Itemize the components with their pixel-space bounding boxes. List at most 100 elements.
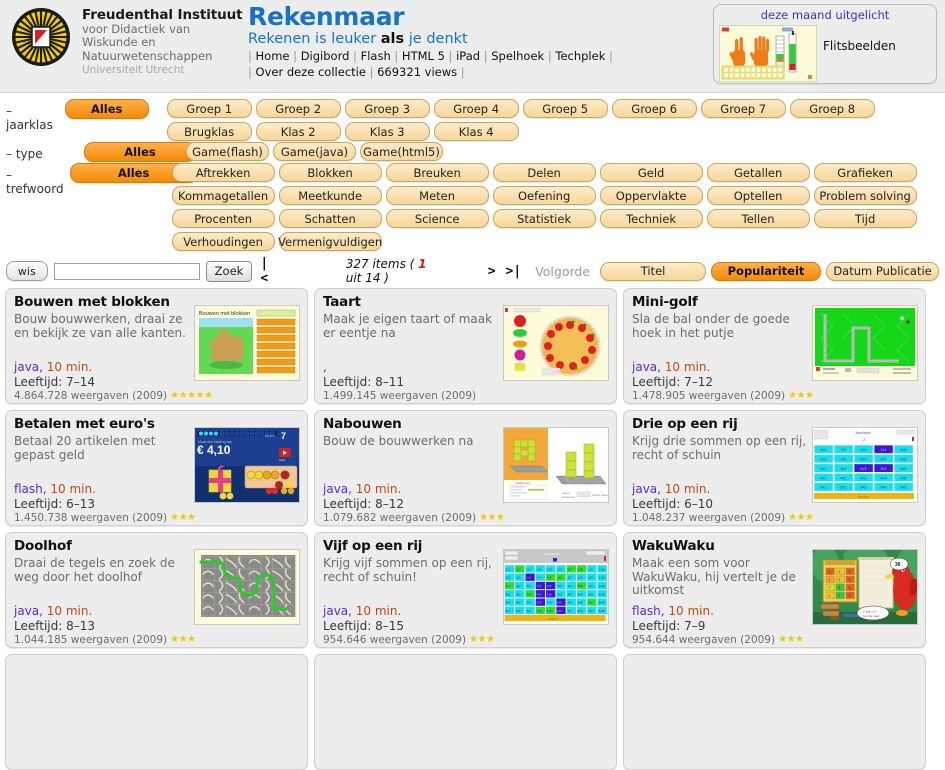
nav-link-digibord[interactable]: Digibord: [301, 49, 350, 63]
filter-button-groep-5[interactable]: Groep 5: [522, 99, 608, 118]
filter-button-game-html5-[interactable]: Game(html5): [360, 142, 443, 161]
svg-text:4×2: 4×2: [516, 592, 521, 596]
filter-button-techniek[interactable]: Techniek: [599, 209, 703, 228]
filter-button-science[interactable]: Science: [385, 209, 489, 228]
nav-link-flash[interactable]: Flash: [361, 49, 391, 63]
filter-button-kommagetallen[interactable]: Kommagetallen: [171, 186, 275, 205]
collection-card[interactable]: Mini-golf Sla de bal onder de goede hoek …: [623, 288, 926, 404]
search-input[interactable]: [53, 262, 200, 280]
filter-button-tellen[interactable]: Tellen: [706, 209, 810, 228]
card-thumbnail[interactable]: [194, 549, 300, 625]
filter-button-klas-2[interactable]: Klas 2: [255, 122, 341, 141]
collection-card[interactable]: Doolhof Draai de tegels en zoek de weg do…: [5, 532, 308, 648]
collection-card[interactable]: Drie op een rij Krijg drie sommen op een …: [623, 410, 926, 526]
filter-button-aftrekken[interactable]: Aftrekken: [171, 163, 275, 182]
filter-button-getallen[interactable]: Getallen: [706, 163, 810, 182]
collection-card[interactable]: WakuWaku Maak een som voor WakuWaku, hij …: [623, 532, 926, 648]
filter-button-groep-1[interactable]: Groep 1: [166, 99, 252, 118]
filter-button-vermenigvuldigen[interactable]: Vermenigvuldigen: [278, 232, 382, 251]
filter-button-tijd[interactable]: Tijd: [813, 209, 917, 228]
order-button-populariteit[interactable]: Populariteit: [711, 261, 822, 281]
card-thumbnail[interactable]: 7 score Maak een betaling van: € 4,10 Start: [194, 427, 300, 503]
card-views-and-rating: 1.450.738 weergaven (2009) ★★★: [14, 512, 196, 524]
nav-link-home[interactable]: Home: [256, 49, 290, 63]
svg-text:1: 1: [829, 594, 831, 598]
collection-card[interactable]: Bouwen met blokken Bouw bouwwerken, draai…: [5, 288, 308, 404]
filter-button-klas-3[interactable]: Klas 3: [344, 122, 430, 141]
last-page-button[interactable]: >|: [504, 264, 524, 279]
nav-link-html-5[interactable]: HTML 5: [402, 49, 445, 63]
card-views-and-rating: 1.478.905 weergaven (2009) ★★★: [632, 390, 814, 402]
svg-text:4×3: 4×3: [526, 592, 531, 596]
filter-button-groep-4[interactable]: Groep 4: [433, 99, 519, 118]
featured-promo-panel[interactable]: deze maand uitgelicht Flitsbeelden: [713, 4, 937, 84]
card-views-and-rating: 4.864.728 weergaven (2009) ★★★★★: [14, 390, 213, 402]
collection-card-partial[interactable]: [5, 654, 308, 770]
filter-button-game-flash-[interactable]: Game(flash): [186, 142, 269, 161]
filter-button-groep-6[interactable]: Groep 6: [611, 99, 697, 118]
nav-link-techplek[interactable]: Techplek: [555, 49, 605, 63]
filter-button-meten[interactable]: Meten: [385, 186, 489, 205]
svg-text:2×6: 2×6: [557, 576, 562, 580]
svg-text:2×2: 2×2: [516, 576, 521, 580]
nav-link-spelhoek[interactable]: Spelhoek: [491, 49, 544, 63]
filter-button-delen[interactable]: Delen: [492, 163, 596, 182]
promo-thumbnail-flitsbeelden[interactable]: [719, 25, 817, 82]
next-page-button[interactable]: >: [486, 264, 498, 279]
filter-button-groep-8[interactable]: Groep 8: [789, 99, 875, 118]
search-button[interactable]: Zoek: [205, 260, 253, 282]
nav-link-over-deze-collectie[interactable]: Over deze collectie: [256, 65, 366, 79]
card-thumbnail[interactable]: NabouwenNieuwbouwwerkAantal blokjes: 7: [503, 427, 609, 503]
filter-button-meetkunde[interactable]: Meetkunde: [278, 186, 382, 205]
filter-button-statistiek[interactable]: Statistiek: [492, 209, 596, 228]
filter-button-groep-3[interactable]: Groep 3: [344, 99, 430, 118]
filter-button-procenten[interactable]: Procenten: [171, 209, 275, 228]
collection-card[interactable]: Nabouwen Bouw de bouwwerken na java, 10 mi…: [314, 410, 617, 526]
order-button-titel[interactable]: Titel: [600, 261, 707, 281]
svg-text:2×5: 2×5: [547, 576, 552, 580]
order-button-datum-publicatie[interactable]: Datum Publicatie: [826, 261, 940, 281]
filter-button-game-java-[interactable]: Game(java): [273, 142, 356, 161]
filter-button-oefening[interactable]: Oefening: [492, 186, 596, 205]
card-thumbnail[interactable]: [812, 305, 918, 381]
filter-options: Groep 1 Groep 2 Groep 3 Groep 4 Groep 5 Groep…: [159, 99, 945, 141]
collection-card-partial[interactable]: [314, 654, 617, 770]
filter-button-verhoudingen[interactable]: Verhoudingen: [171, 232, 275, 251]
svg-text:5×4: 5×4: [881, 486, 887, 490]
card-thumbnail[interactable]: [503, 305, 609, 381]
svg-text:5×3: 5×3: [861, 486, 867, 490]
slogan-part-2: je denkt: [404, 31, 468, 47]
filter-button-optellen[interactable]: Optellen: [706, 186, 810, 205]
filter-button-blokken[interactable]: Blokken: [278, 163, 382, 182]
sub-nav[interactable]: | Over deze collectie | 669321 views |: [248, 64, 617, 80]
collection-card[interactable]: Taart Maak je eigen taart of maak er eent…: [314, 288, 617, 404]
nav-link-ipad[interactable]: iPad: [456, 49, 480, 63]
filter-button-oppervlakte[interactable]: Oppervlakte: [599, 186, 703, 205]
view-counter: 669321 views: [377, 65, 458, 79]
filter-button-schatten[interactable]: Schatten: [278, 209, 382, 228]
card-age-range: Leeftijd: 7–9: [632, 619, 706, 633]
filter-button-klas-4[interactable]: Klas 4: [433, 122, 519, 141]
collection-card[interactable]: Betalen met euro's Betaal 20 artikelen me…: [5, 410, 308, 526]
filter-button-breuken[interactable]: Breuken: [385, 163, 489, 182]
filter-button-brugklas[interactable]: Brugklas: [166, 122, 252, 141]
filter-button-groep-7[interactable]: Groep 7: [700, 99, 786, 118]
svg-text:1×5: 1×5: [547, 567, 552, 571]
first-page-button[interactable]: |<: [258, 256, 274, 286]
svg-text:1×3: 1×3: [861, 448, 867, 452]
collection-card[interactable]: Vijf op een rij Krijg vijf sommen op een …: [314, 532, 617, 648]
collection-card-partial[interactable]: [623, 654, 926, 770]
filter-all-button[interactable]: Alles: [64, 99, 149, 119]
card-thumbnail[interactable]: Jouw beurt 2 1×1 1×2 1×3 1×4 1×5 2×1 2×2 2×3 2×4 2×…: [812, 427, 918, 503]
card-thumbnail[interactable]: 1 2 3 4 5 6 7 8 9 1 2 3 30 7 × 5 = ? zeg het maar: [812, 549, 918, 625]
clear-button[interactable]: wis: [6, 261, 48, 281]
card-thumbnail[interactable]: Bouwen met blokken: [194, 305, 300, 381]
filter-button-problem-solving[interactable]: Problem solving: [813, 186, 917, 205]
card-title: Vijf op een rij: [323, 538, 423, 554]
filter-button-grafieken[interactable]: Grafieken: [813, 163, 917, 182]
filter-button-groep-2[interactable]: Groep 2: [255, 99, 341, 118]
filter-button-geld[interactable]: Geld: [599, 163, 703, 182]
card-view-count: 1.478.905 weergaven (2009): [632, 390, 786, 402]
card-thumbnail[interactable]: Jouw beurt 1×1 1×2 1×3 1×4 1×5 1×6 1×7 1×8 1×9 1×1…: [503, 549, 609, 625]
main-nav[interactable]: | Home | Digibord | Flash | HTML 5 | iPa…: [248, 48, 617, 64]
